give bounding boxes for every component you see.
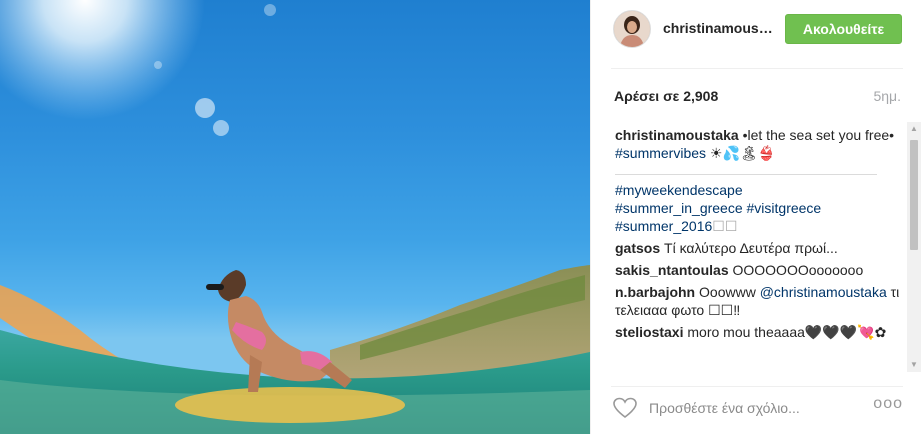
username-link[interactable]: christinamoustaka (663, 20, 773, 36)
caption-emoji: ☀💦🏝👙 (706, 145, 776, 161)
list-item: sakis_ntantoulas ΟΟΟΟΟΟΟooooooo (615, 261, 905, 279)
sun-glare (0, 0, 205, 120)
water-drop (154, 61, 162, 69)
comment-text: ΟΟΟΟΟΟΟooooooo (728, 262, 864, 278)
comment-user[interactable]: gatsos (615, 240, 660, 256)
post-photo[interactable] (0, 0, 590, 434)
caption-text: •let the sea set you free• (738, 127, 895, 143)
like-heart-icon[interactable] (613, 397, 637, 419)
water-drop (264, 4, 276, 16)
likes-row: Αρέσει σε 2,908 5ημ. (611, 88, 903, 108)
caption-divider (615, 174, 877, 175)
scrollbar-thumb[interactable] (910, 140, 918, 250)
comment-text: Τί καλύτερο Δευτέρα πρωί... (660, 240, 838, 256)
hashtag-myweekendescape[interactable]: #myweekendescape (615, 182, 743, 198)
hashtag-suffix: ☐☐ (712, 218, 738, 234)
comment-text: moro mou theaaaa🖤🖤🖤💘✿ (683, 324, 887, 340)
post-header: christinamoustaka Ακολουθείτε (611, 8, 903, 69)
hashtag-summer-2016[interactable]: #summer_2016 (615, 218, 712, 234)
comment-input[interactable] (649, 397, 849, 419)
comment-mention[interactable]: @christinamoustaka (760, 284, 887, 300)
comment-user[interactable]: steliostaxi (615, 324, 683, 340)
follow-button[interactable]: Ακολουθείτε (785, 14, 902, 44)
comment-text: Ooowww (695, 284, 760, 300)
caption-user[interactable]: christinamoustaka (615, 127, 739, 143)
comment-user[interactable]: sakis_ntantoulas (615, 262, 729, 278)
profile-picture-icon (614, 11, 650, 47)
photo-scene (0, 0, 590, 434)
scroll-up-arrow-icon[interactable]: ▲ (907, 122, 921, 136)
post-time[interactable]: 5ημ. (873, 88, 901, 104)
hashtag-summer-in-greece[interactable]: #summer_in_greece (615, 200, 743, 216)
caption: christinamoustaka •let the sea set you f… (615, 126, 905, 162)
more-options-icon[interactable]: ooo (873, 395, 903, 413)
list-item: steliostaxi moro mou theaaaa🖤🖤🖤💘✿ (615, 323, 905, 341)
comments-list: christinamoustaka •let the sea set you f… (615, 126, 905, 374)
hashtag-summervibes[interactable]: #summervibes (615, 145, 706, 161)
list-item: gatsos Τί καλύτερο Δευτέρα πρωί... (615, 239, 905, 257)
list-item: n.barbajohn Ooowww @christinamoustaka τι… (615, 283, 905, 319)
post-details-panel: christinamoustaka Ακολουθείτε Αρέσει σε … (590, 0, 922, 434)
water-drop (213, 120, 229, 136)
surfboard (175, 387, 405, 423)
comment-footer: ooo (611, 386, 903, 435)
likes-count[interactable]: Αρέσει σε 2,908 (614, 88, 718, 104)
comment-user[interactable]: n.barbajohn (615, 284, 695, 300)
comments-scrollbar[interactable]: ▲ ▼ (907, 122, 921, 372)
water-drop (195, 98, 215, 118)
scroll-down-arrow-icon[interactable]: ▼ (907, 358, 921, 372)
avatar[interactable] (613, 10, 651, 48)
hashtag-visitgreece[interactable]: #visitgreece (743, 200, 822, 216)
hashtag-block: #myweekendescape #summer_in_greece #visi… (615, 181, 905, 235)
